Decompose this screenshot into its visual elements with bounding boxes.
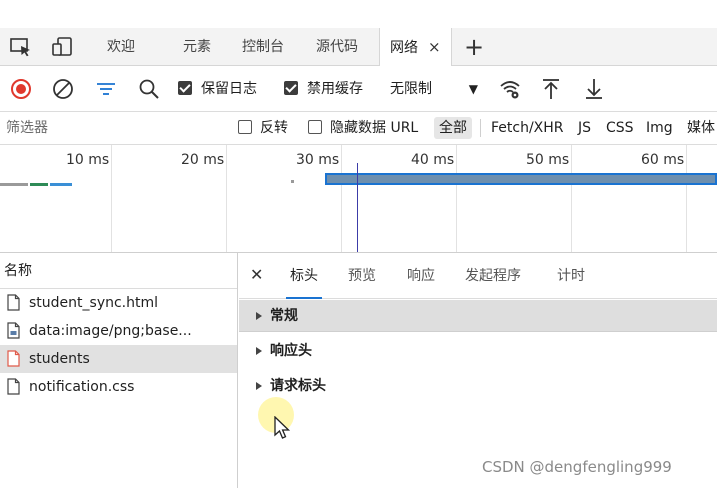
tab-welcome[interactable]: 欢迎 [107, 28, 135, 66]
preserve-log-checkbox[interactable] [178, 81, 192, 95]
search-icon[interactable] [138, 78, 160, 100]
grid-line [456, 145, 457, 252]
grid-line [571, 145, 572, 252]
tab-initiator[interactable]: 发起程序 [465, 253, 521, 299]
timeline-marker [357, 163, 358, 252]
fetch-document-icon [7, 350, 20, 367]
timing-bar [0, 183, 28, 186]
request-detail-panel: ✕ 标头 预览 响应 发起程序 计时 常规 响应头 请求标头 [239, 253, 717, 488]
hide-data-urls-label: 隐藏数据 URL [330, 120, 419, 136]
network-toolbar: 保留日志 禁用缓存 无限制 ▼ [0, 66, 717, 112]
request-name: notification.css [29, 379, 135, 395]
request-headers-section[interactable]: 请求标头 [239, 370, 717, 402]
filter-fetch-xhr[interactable]: Fetch/XHR [491, 112, 564, 144]
device-emulation-icon[interactable] [52, 37, 74, 57]
devtools-tab-bar: 欢迎 元素 控制台 源代码 网络 × + [0, 28, 717, 66]
timing-bar [30, 183, 48, 186]
general-section[interactable]: 常规 [239, 300, 717, 332]
tab-preview[interactable]: 预览 [348, 253, 376, 299]
stylesheet-icon [7, 378, 20, 395]
record-icon[interactable] [10, 78, 32, 100]
grid-line [341, 145, 342, 252]
inspect-element-icon[interactable] [10, 37, 32, 57]
request-list: 名称 student_sync.html data:image/png;base… [0, 253, 238, 488]
request-name: students [29, 351, 90, 367]
top-margin [0, 0, 717, 28]
tab-network-label: 网络 [390, 40, 418, 56]
import-har-icon[interactable] [540, 78, 562, 100]
tab-network[interactable]: 网络 × [379, 28, 452, 66]
filter-js[interactable]: JS [578, 112, 591, 144]
preserve-log-label: 保留日志 [201, 81, 257, 97]
mouse-pointer-icon [274, 416, 291, 439]
request-row[interactable]: student_sync.html [0, 289, 237, 317]
tab-elements[interactable]: 元素 [183, 28, 211, 66]
close-detail-icon[interactable]: ✕ [250, 265, 263, 284]
request-name: data:image/png;base... [29, 323, 192, 339]
triangle-right-icon [256, 347, 262, 355]
tick-label: 50 ms [526, 152, 570, 168]
timing-bar [50, 183, 72, 186]
document-icon [7, 294, 20, 311]
request-timing-bar [325, 173, 717, 185]
clear-icon[interactable] [52, 78, 74, 100]
tick-label: 60 ms [641, 152, 685, 168]
filter-all-button[interactable]: 全部 [434, 117, 472, 139]
tick-label: 40 ms [411, 152, 455, 168]
tick-label: 20 ms [181, 152, 225, 168]
section-title: 请求标头 [270, 378, 326, 394]
filter-divider [480, 119, 481, 137]
tab-response[interactable]: 响应 [407, 253, 435, 299]
request-row[interactable]: notification.css [0, 373, 237, 401]
request-row-selected[interactable]: students [0, 345, 237, 373]
disable-cache-checkbox[interactable] [284, 81, 298, 95]
filter-css[interactable]: CSS [606, 112, 634, 144]
name-column-header[interactable]: 名称 [0, 253, 237, 289]
filter-icon[interactable] [95, 78, 117, 100]
response-headers-section[interactable]: 响应头 [239, 335, 717, 367]
network-overview[interactable]: 10 ms 20 ms 30 ms 40 ms 50 ms 60 ms [0, 145, 717, 253]
close-tab-icon[interactable]: × [428, 38, 441, 56]
invert-label: 反转 [260, 120, 288, 136]
export-har-icon[interactable] [583, 78, 605, 100]
grid-line [226, 145, 227, 252]
timing-dot [291, 180, 294, 183]
tick-label: 10 ms [66, 152, 110, 168]
tab-headers[interactable]: 标头 [286, 253, 322, 299]
caret-down-icon: ▼ [468, 82, 478, 96]
add-tab-icon[interactable]: + [464, 30, 484, 64]
tick-label: 30 ms [296, 152, 340, 168]
filter-media[interactable]: 媒体 [687, 112, 715, 144]
section-title: 常规 [270, 308, 298, 324]
grid-line [111, 145, 112, 252]
network-conditions-icon[interactable] [499, 78, 521, 100]
invert-checkbox[interactable] [238, 120, 252, 134]
section-title: 响应头 [270, 343, 312, 359]
disable-cache-label: 禁用缓存 [307, 81, 363, 97]
filter-input[interactable]: 筛选器 [0, 112, 230, 144]
filter-bar: 筛选器 反转 隐藏数据 URL 全部 Fetch/XHR JS CSS Img … [0, 112, 717, 145]
request-row[interactable]: data:image/png;base... [0, 317, 237, 345]
throttling-value: 无限制 [390, 81, 432, 97]
triangle-right-icon [256, 312, 262, 320]
hide-data-urls-checkbox[interactable] [308, 120, 322, 134]
tab-timing[interactable]: 计时 [557, 253, 585, 299]
watermark: CSDN @dengfengling999 [482, 458, 672, 476]
triangle-right-icon [256, 382, 262, 390]
image-file-icon [7, 322, 20, 339]
request-name: student_sync.html [29, 295, 159, 311]
tab-console[interactable]: 控制台 [242, 28, 284, 66]
filter-img[interactable]: Img [646, 112, 673, 144]
detail-tab-bar: ✕ 标头 预览 响应 发起程序 计时 [239, 253, 717, 299]
throttling-select[interactable]: 无限制 ▼ [382, 75, 488, 103]
grid-line [686, 145, 687, 252]
tab-sources[interactable]: 源代码 [316, 28, 358, 66]
